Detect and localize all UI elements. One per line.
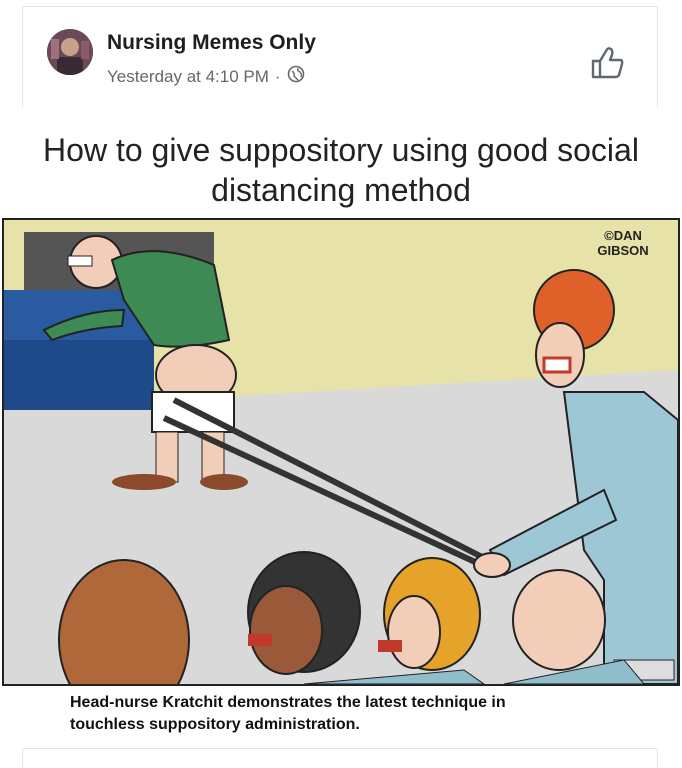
meta-separator: ·	[274, 66, 281, 86]
post-timestamp[interactable]: Yesterday at 4:10 PM	[107, 67, 269, 87]
meme-title-line-1: How to give suppository using good socia…	[43, 132, 639, 168]
meme-title: How to give suppository using good socia…	[0, 130, 682, 210]
meme-title-line-2: distancing method	[211, 172, 471, 208]
page-name-link[interactable]: Nursing Memes Only	[107, 31, 316, 55]
caption-line-2: touchless suppository administration.	[70, 716, 360, 733]
cartoon-image: ©DAN GIBSON	[2, 218, 680, 686]
avatar[interactable]	[47, 29, 93, 75]
caption-line-1: Head-nurse Kratchit demonstrates the lat…	[70, 694, 506, 711]
post-meta: Yesterday at 4:10 PM ·	[107, 65, 305, 88]
cartoon-signature: ©DAN GIBSON	[597, 228, 649, 258]
post-footer	[22, 748, 658, 768]
post-content: How to give suppository using good socia…	[0, 108, 682, 748]
cartoon-caption: Head-nurse Kratchit demonstrates the lat…	[70, 692, 650, 736]
post-header: Nursing Memes Only Yesterday at 4:10 PM …	[22, 6, 658, 108]
thumbs-up-icon[interactable]	[587, 43, 627, 83]
globe-icon	[287, 65, 305, 88]
